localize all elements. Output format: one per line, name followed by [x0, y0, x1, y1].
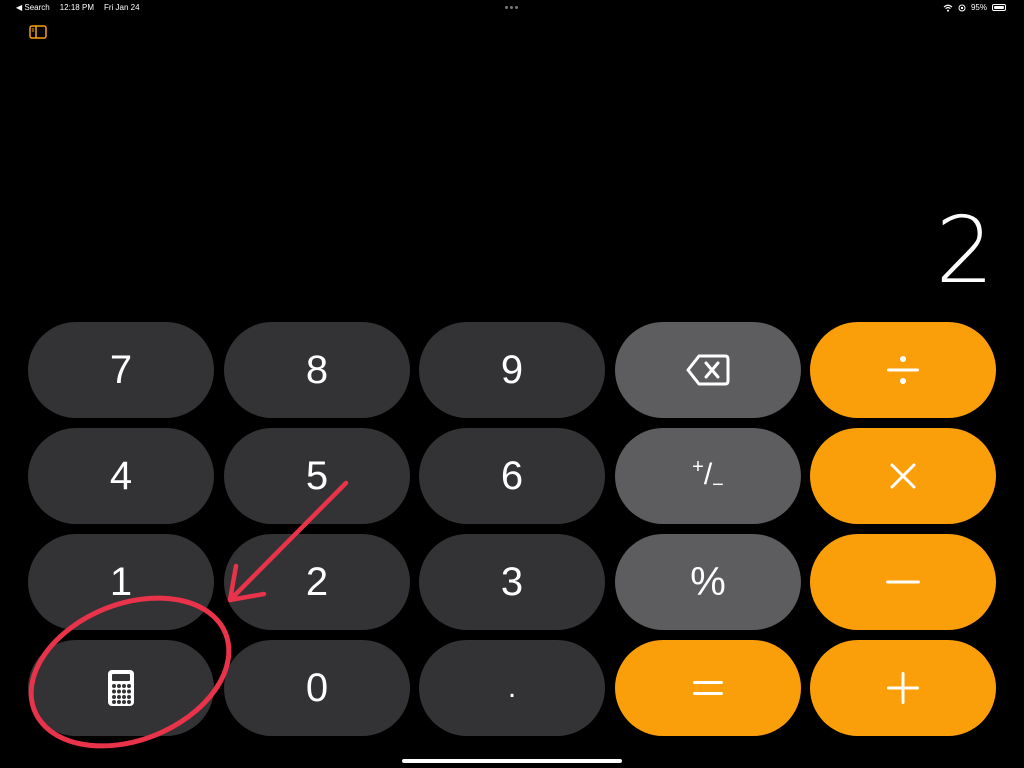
multiply-icon: [890, 463, 916, 489]
battery-percent: 95%: [970, 3, 987, 12]
plus-button[interactable]: [810, 640, 996, 736]
multitasking-dots-icon[interactable]: [505, 6, 518, 9]
status-bar: ◀ Search 12:18 PM Fri Jan 24 95%: [0, 0, 1024, 16]
plus-icon: [887, 672, 919, 704]
percent-button[interactable]: %: [615, 534, 801, 630]
key-label: 4: [109, 453, 133, 498]
key-label: 7: [109, 347, 133, 392]
wifi-icon: [943, 4, 953, 12]
key-label: 5: [305, 453, 329, 498]
status-time: 12:18 PM: [59, 3, 94, 12]
key-1[interactable]: 1: [28, 534, 214, 630]
result-display: 2: [935, 197, 994, 304]
sidebar-icon: [29, 25, 47, 39]
sidebar-toggle-button[interactable]: [29, 25, 47, 39]
minus-button[interactable]: [810, 534, 996, 630]
key-9[interactable]: 9: [419, 322, 605, 418]
key-4[interactable]: 4: [28, 428, 214, 524]
key-2[interactable]: 2: [224, 534, 410, 630]
battery-fill: [994, 6, 1004, 9]
key-8[interactable]: 8: [224, 322, 410, 418]
multiply-button[interactable]: [810, 428, 996, 524]
minus-icon: [886, 580, 920, 584]
battery-icon: [992, 4, 1006, 11]
key-7[interactable]: 7: [28, 322, 214, 418]
key-label: 1: [109, 559, 133, 604]
equals-icon: [693, 681, 723, 695]
key-label: 6: [500, 453, 524, 498]
status-date: Fri Jan 24: [103, 3, 140, 12]
backspace-button[interactable]: [615, 322, 801, 418]
plus-minus-slash: /: [703, 457, 713, 491]
delete-left-icon: [686, 354, 730, 386]
divide-button[interactable]: [810, 322, 996, 418]
key-label: 2: [305, 559, 329, 604]
home-indicator[interactable]: [402, 759, 622, 763]
key-label: 0: [305, 665, 329, 710]
key-0[interactable]: 0: [224, 640, 410, 736]
key-label: 3: [500, 559, 524, 604]
plus-minus-bottom: −: [712, 473, 724, 496]
key-3[interactable]: 3: [419, 534, 605, 630]
key-label: 9: [500, 347, 524, 392]
equals-button[interactable]: [615, 640, 801, 736]
back-to-search-link[interactable]: ◀ Search: [16, 3, 50, 12]
key-6[interactable]: 6: [419, 428, 605, 524]
key-label: 8: [305, 347, 329, 392]
divide-icon: [887, 356, 919, 384]
plus-minus-button[interactable]: +/−: [615, 428, 801, 524]
key-label: .: [507, 671, 517, 704]
calculator-mode-button[interactable]: [28, 640, 214, 736]
decimal-button[interactable]: .: [419, 640, 605, 736]
plus-minus-label: +/−: [692, 456, 724, 497]
key-label: %: [690, 559, 726, 604]
rotation-lock-icon: [958, 4, 966, 11]
plus-minus-top: +: [692, 455, 704, 478]
key-5[interactable]: 5: [224, 428, 410, 524]
calculator-icon: [108, 670, 134, 706]
